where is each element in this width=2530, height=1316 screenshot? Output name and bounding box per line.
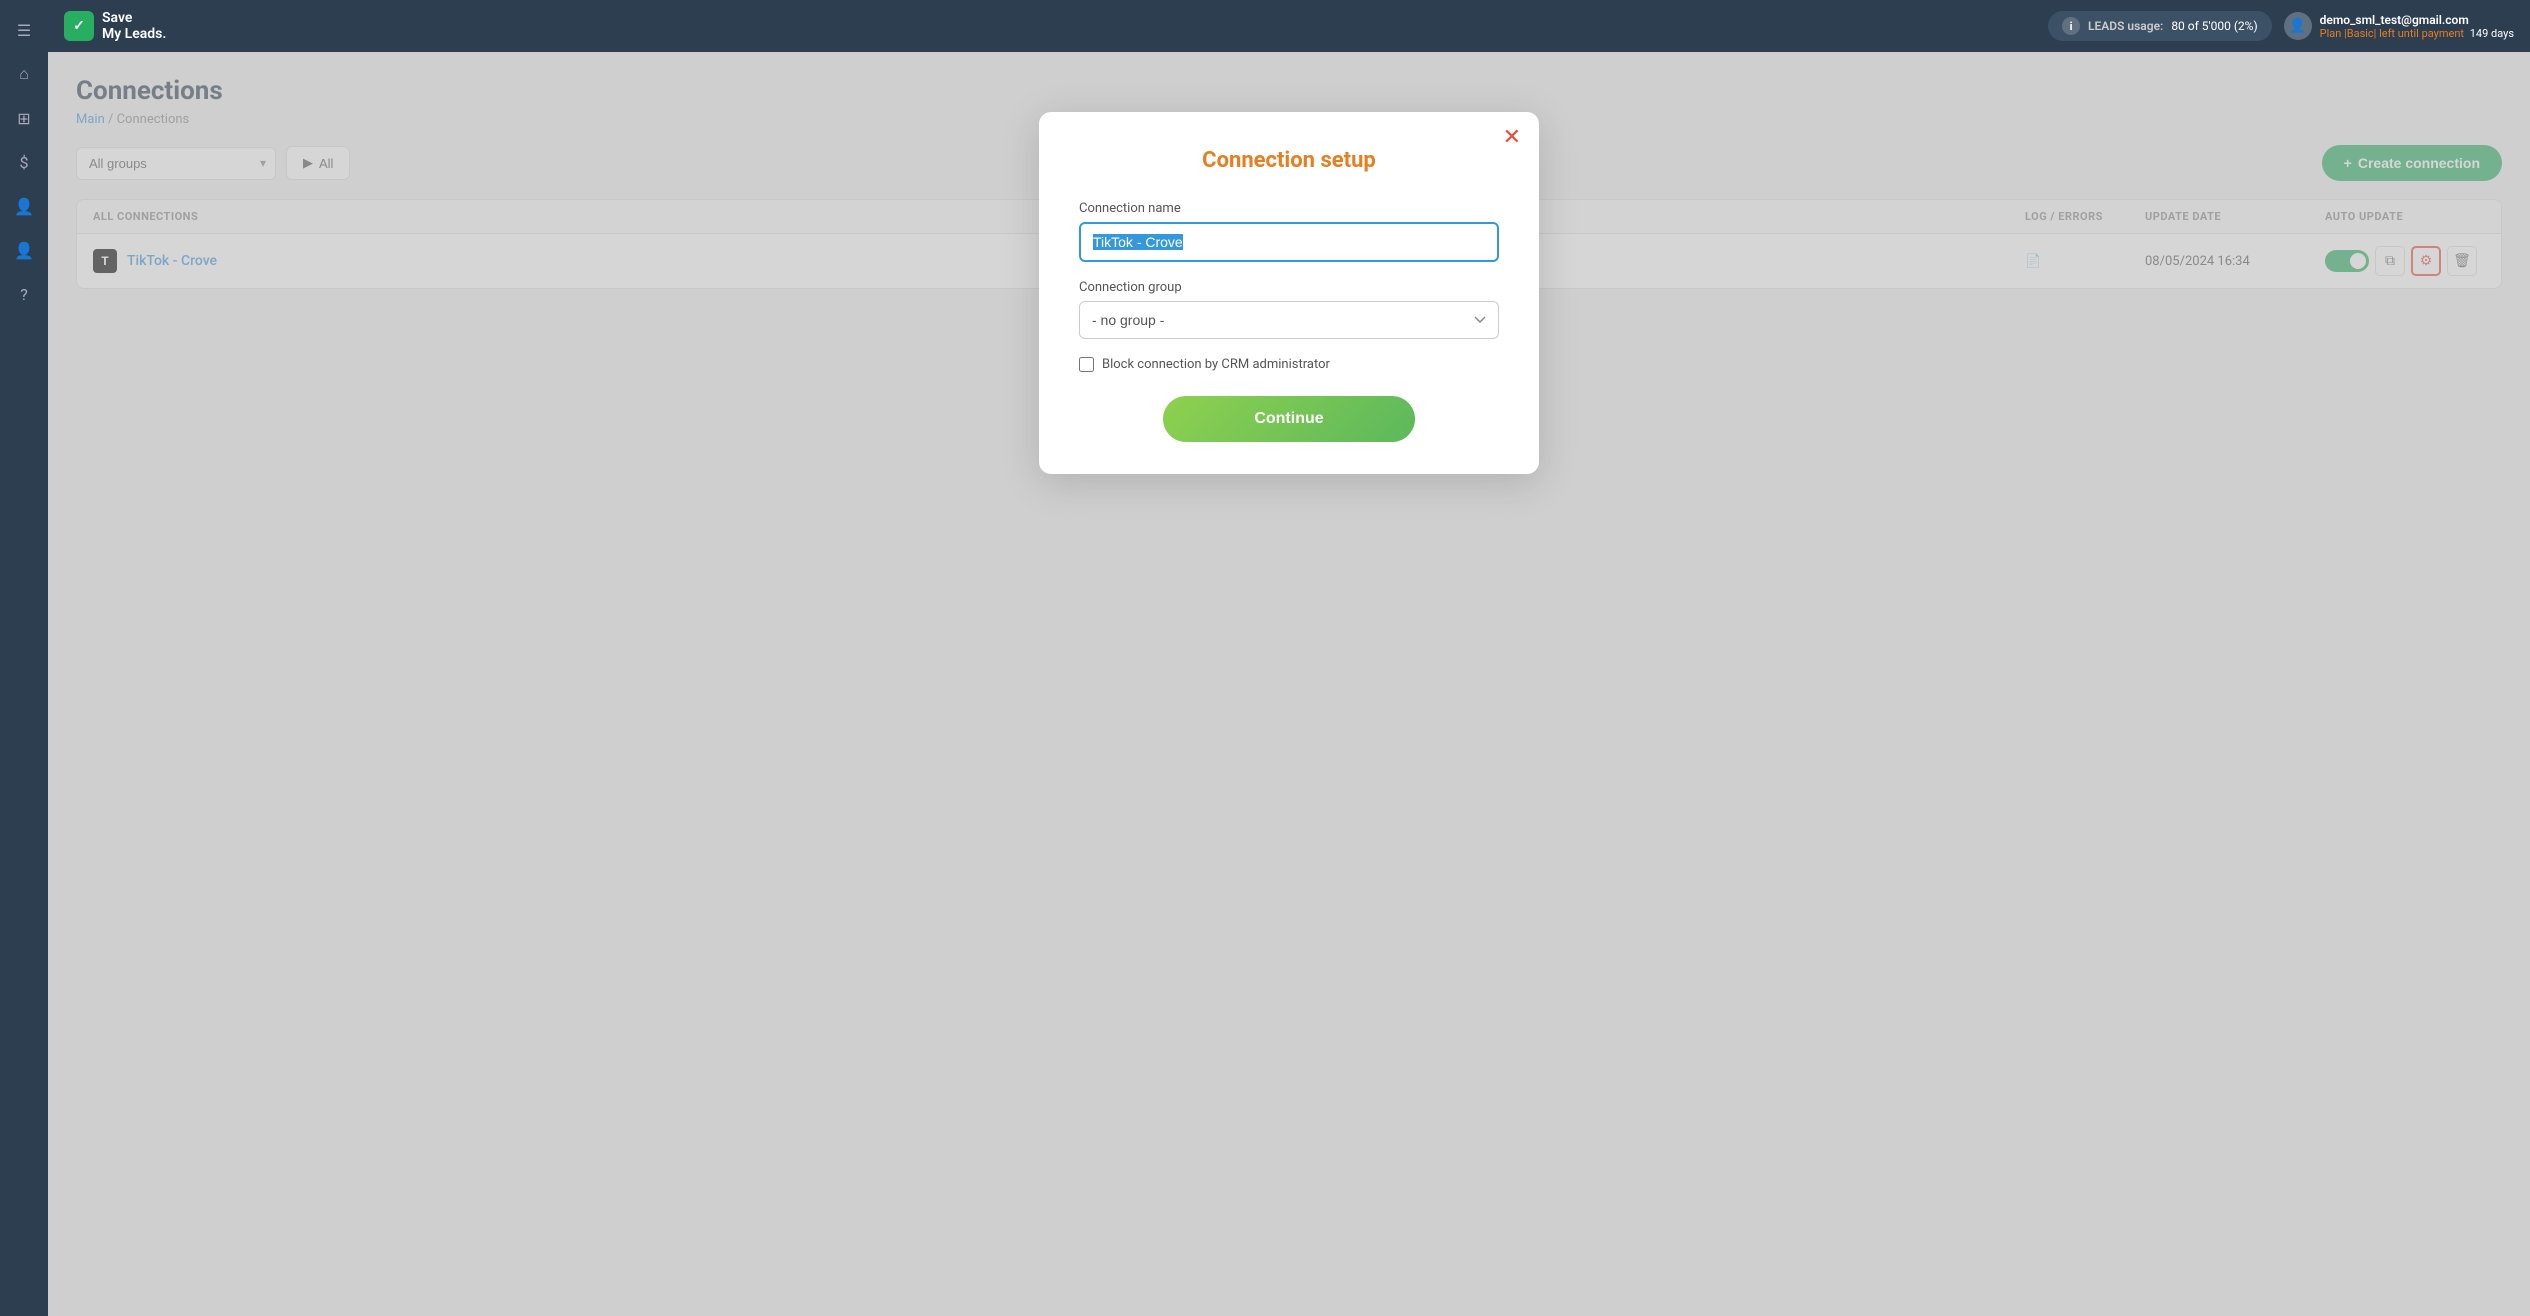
sidebar-item-home[interactable]: ⌂	[6, 56, 42, 92]
sidebar: ☰ ⌂ ⊞ $ 👤 👤 ?	[0, 0, 48, 1316]
sidebar-item-profile[interactable]: 👤	[6, 232, 42, 268]
leads-label: LEADS usage:	[2088, 19, 2163, 33]
sidebar-hamburger[interactable]: ☰	[6, 12, 42, 48]
user-avatar: 👤	[2284, 12, 2312, 40]
users-icon: 👤	[14, 197, 34, 216]
info-icon: i	[2062, 17, 2080, 35]
connection-name-input[interactable]	[1079, 222, 1499, 262]
modal-close-button[interactable]: ✕	[1503, 126, 1521, 148]
connection-name-label: Connection name	[1079, 201, 1499, 216]
home-icon: ⌂	[19, 64, 29, 84]
grid-icon: ⊞	[17, 109, 30, 128]
sidebar-item-users[interactable]: 👤	[6, 188, 42, 224]
modal-title: Connection setup	[1079, 148, 1499, 173]
sidebar-item-help[interactable]: ?	[6, 276, 42, 312]
block-connection-checkbox[interactable]	[1079, 357, 1094, 372]
profile-icon: 👤	[14, 241, 34, 260]
modal-overlay: ✕ Connection setup Connection name Conne…	[48, 52, 2530, 1316]
user-email: demo_sml_test@gmail.com	[2320, 13, 2514, 27]
topbar: ✓ SaveMy Leads. i LEADS usage: 80 of 5'0…	[48, 0, 2530, 52]
page-content: Connections Main / Connections All group…	[48, 52, 2530, 1316]
hamburger-icon: ☰	[17, 21, 31, 40]
connection-name-group: Connection name	[1079, 201, 1499, 262]
logo-icon: ✓	[64, 11, 94, 41]
block-connection-label: Block connection by CRM administrator	[1102, 357, 1330, 372]
app-name: SaveMy Leads.	[102, 10, 166, 42]
connection-setup-modal: ✕ Connection setup Connection name Conne…	[1039, 112, 1539, 474]
main-wrap: ✓ SaveMy Leads. i LEADS usage: 80 of 5'0…	[48, 0, 2530, 1316]
app-logo: ✓ SaveMy Leads.	[64, 10, 166, 42]
sidebar-item-grid[interactable]: ⊞	[6, 100, 42, 136]
leads-count: 80 of 5'000 (2%)	[2171, 19, 2257, 33]
user-plan: Plan |Basic| left until payment 149 days	[2320, 27, 2514, 40]
user-info: demo_sml_test@gmail.com Plan |Basic| lef…	[2320, 13, 2514, 40]
help-icon: ?	[20, 285, 28, 304]
connection-group-label: Connection group	[1079, 280, 1499, 295]
block-connection-group: Block connection by CRM administrator	[1079, 357, 1499, 372]
sidebar-item-billing[interactable]: $	[6, 144, 42, 180]
topbar-user: 👤 demo_sml_test@gmail.com Plan |Basic| l…	[2284, 12, 2514, 40]
leads-usage: i LEADS usage: 80 of 5'000 (2%)	[2048, 11, 2272, 41]
connection-group-select[interactable]: - no group -	[1079, 301, 1499, 339]
dollar-icon: $	[20, 153, 29, 172]
continue-button[interactable]: Continue	[1163, 396, 1415, 442]
connection-group-group: Connection group - no group -	[1079, 280, 1499, 339]
